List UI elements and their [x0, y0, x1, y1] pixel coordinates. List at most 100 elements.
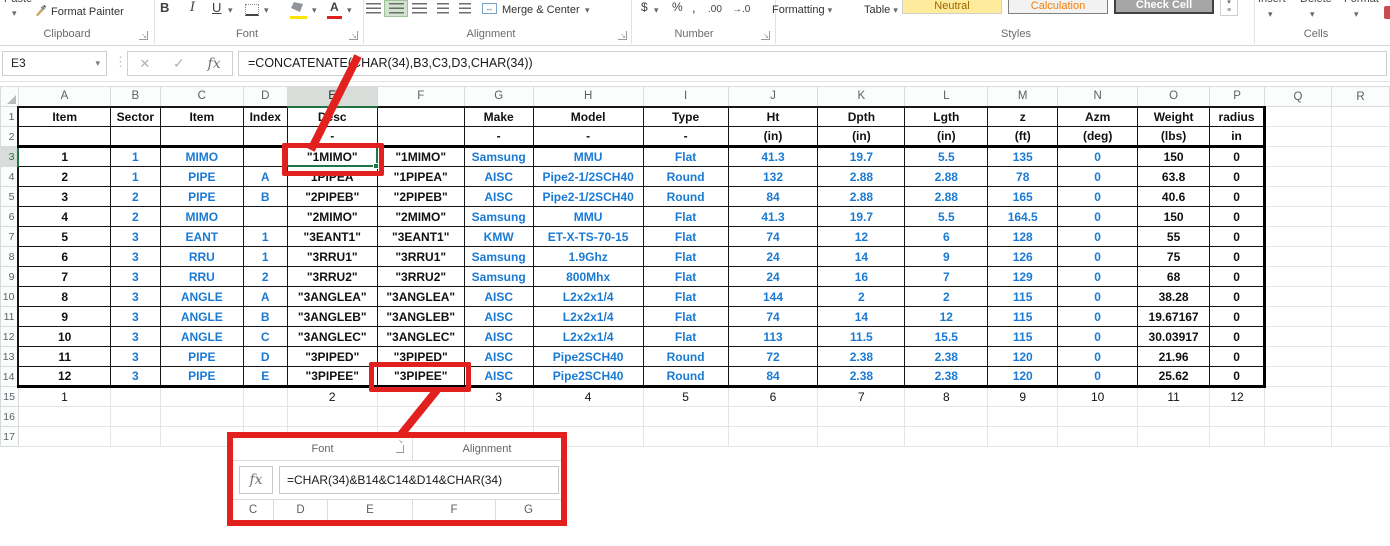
- cell-H14[interactable]: Pipe2SCH40: [533, 367, 643, 387]
- cell-M1[interactable]: z: [988, 107, 1058, 127]
- cell-F11[interactable]: "3ANGLEB": [377, 307, 464, 327]
- column-header-E[interactable]: E: [287, 87, 377, 107]
- bold-button[interactable]: B: [160, 0, 169, 15]
- currency-format-button[interactable]: $: [641, 0, 648, 14]
- cell-B13[interactable]: 3: [110, 347, 160, 367]
- cell-R5[interactable]: [1331, 187, 1389, 207]
- cell-Q5[interactable]: [1265, 187, 1332, 207]
- cell-C2[interactable]: [160, 127, 243, 147]
- cell-C5[interactable]: PIPE: [160, 187, 243, 207]
- cell-P15[interactable]: 12: [1210, 387, 1265, 407]
- cell-L3[interactable]: 5.5: [905, 147, 988, 167]
- cell-P3[interactable]: 0: [1210, 147, 1265, 167]
- cell-K1[interactable]: Dpth: [818, 107, 905, 127]
- cell-B7[interactable]: 3: [110, 227, 160, 247]
- cell-D9[interactable]: 2: [243, 267, 287, 287]
- cell-P13[interactable]: 0: [1210, 347, 1265, 367]
- cell-H10[interactable]: L2x2x1/4: [533, 287, 643, 307]
- alignment-dialog-launcher[interactable]: [618, 31, 627, 40]
- column-header-H[interactable]: H: [533, 87, 643, 107]
- column-header-G[interactable]: G: [464, 87, 533, 107]
- cell-M3[interactable]: 135: [988, 147, 1058, 167]
- cell-H12[interactable]: L2x2x1/4: [533, 327, 643, 347]
- merge-center-icon[interactable]: ↔: [482, 3, 497, 14]
- cell-Q16[interactable]: [1265, 407, 1332, 427]
- cell-Q6[interactable]: [1265, 207, 1332, 227]
- cell-B10[interactable]: 3: [110, 287, 160, 307]
- cell-O10[interactable]: 38.28: [1138, 287, 1210, 307]
- cell-J17[interactable]: [728, 427, 818, 447]
- cell-B11[interactable]: 3: [110, 307, 160, 327]
- cell-N17[interactable]: [1058, 427, 1138, 447]
- cell-D4[interactable]: A: [243, 167, 287, 187]
- column-header-R[interactable]: R: [1331, 87, 1389, 107]
- cell-E12[interactable]: "3ANGLEC": [287, 327, 377, 347]
- cell-B17[interactable]: [110, 427, 160, 447]
- cell-R11[interactable]: [1331, 307, 1389, 327]
- cell-E13[interactable]: "3PIPED": [287, 347, 377, 367]
- cell-L1[interactable]: Lgth: [905, 107, 988, 127]
- cell-H11[interactable]: L2x2x1/4: [533, 307, 643, 327]
- cell-H2[interactable]: -: [533, 127, 643, 147]
- cell-F1[interactable]: [377, 107, 464, 127]
- cell-A15[interactable]: 1: [18, 387, 110, 407]
- cell-I4[interactable]: Round: [643, 167, 728, 187]
- increase-decimal-button[interactable]: .00: [708, 4, 722, 15]
- cell-P2[interactable]: in: [1210, 127, 1265, 147]
- format-dropdown-caret[interactable]: ▾: [1354, 9, 1359, 20]
- cell-I10[interactable]: Flat: [643, 287, 728, 307]
- cell-L8[interactable]: 9: [905, 247, 988, 267]
- cell-J2[interactable]: (in): [728, 127, 818, 147]
- cell-K12[interactable]: 11.5: [818, 327, 905, 347]
- align-left-button[interactable]: [366, 3, 381, 14]
- cell-L9[interactable]: 7: [905, 267, 988, 287]
- cell-K14[interactable]: 2.38: [818, 367, 905, 387]
- align-center-button[interactable]: [389, 3, 404, 14]
- cell-L6[interactable]: 5.5: [905, 207, 988, 227]
- cell-L14[interactable]: 2.38: [905, 367, 988, 387]
- column-header-O[interactable]: O: [1138, 87, 1210, 107]
- cell-C11[interactable]: ANGLE: [160, 307, 243, 327]
- cell-L10[interactable]: 2: [905, 287, 988, 307]
- row-header-4[interactable]: 4: [1, 167, 19, 187]
- cell-I17[interactable]: [643, 427, 728, 447]
- cell-N6[interactable]: 0: [1058, 207, 1138, 227]
- cell-K10[interactable]: 2: [818, 287, 905, 307]
- cell-O5[interactable]: 40.6: [1138, 187, 1210, 207]
- cell-I14[interactable]: Round: [643, 367, 728, 387]
- cell-I3[interactable]: Flat: [643, 147, 728, 167]
- cell-B2[interactable]: [110, 127, 160, 147]
- cell-M16[interactable]: [988, 407, 1058, 427]
- cell-E10[interactable]: "3ANGLEA": [287, 287, 377, 307]
- font-color-dropdown-caret[interactable]: ▾: [347, 5, 352, 16]
- cell-F2[interactable]: [377, 127, 464, 147]
- cell-M4[interactable]: 78: [988, 167, 1058, 187]
- cell-M8[interactable]: 126: [988, 247, 1058, 267]
- row-header-17[interactable]: 17: [1, 427, 19, 447]
- delete-cells-button[interactable]: Delete: [1300, 0, 1332, 5]
- cell-C12[interactable]: ANGLE: [160, 327, 243, 347]
- cell-A11[interactable]: 9: [18, 307, 110, 327]
- insert-cells-button[interactable]: Insert: [1258, 0, 1286, 5]
- insert-dropdown-caret[interactable]: ▾: [1268, 9, 1273, 20]
- increase-indent-button[interactable]: [459, 3, 471, 14]
- cell-B15[interactable]: [110, 387, 160, 407]
- cell-K7[interactable]: 12: [818, 227, 905, 247]
- borders-dropdown-caret[interactable]: ▾: [264, 5, 269, 16]
- cell-H7[interactable]: ET-X-TS-70-15: [533, 227, 643, 247]
- cell-N11[interactable]: 0: [1058, 307, 1138, 327]
- cell-P11[interactable]: 0: [1210, 307, 1265, 327]
- cell-L13[interactable]: 2.38: [905, 347, 988, 367]
- row-header-11[interactable]: 11: [1, 307, 19, 327]
- cell-J11[interactable]: 74: [728, 307, 818, 327]
- column-header-B[interactable]: B: [110, 87, 160, 107]
- cell-J9[interactable]: 24: [728, 267, 818, 287]
- cell-G5[interactable]: AISC: [464, 187, 533, 207]
- cell-C8[interactable]: RRU: [160, 247, 243, 267]
- cell-N4[interactable]: 0: [1058, 167, 1138, 187]
- font-color-bar[interactable]: [327, 16, 342, 19]
- column-header-K[interactable]: K: [818, 87, 905, 107]
- cell-H4[interactable]: Pipe2-1/2SCH40: [533, 167, 643, 187]
- cell-F16[interactable]: [377, 407, 464, 427]
- underline-button[interactable]: U: [212, 0, 221, 15]
